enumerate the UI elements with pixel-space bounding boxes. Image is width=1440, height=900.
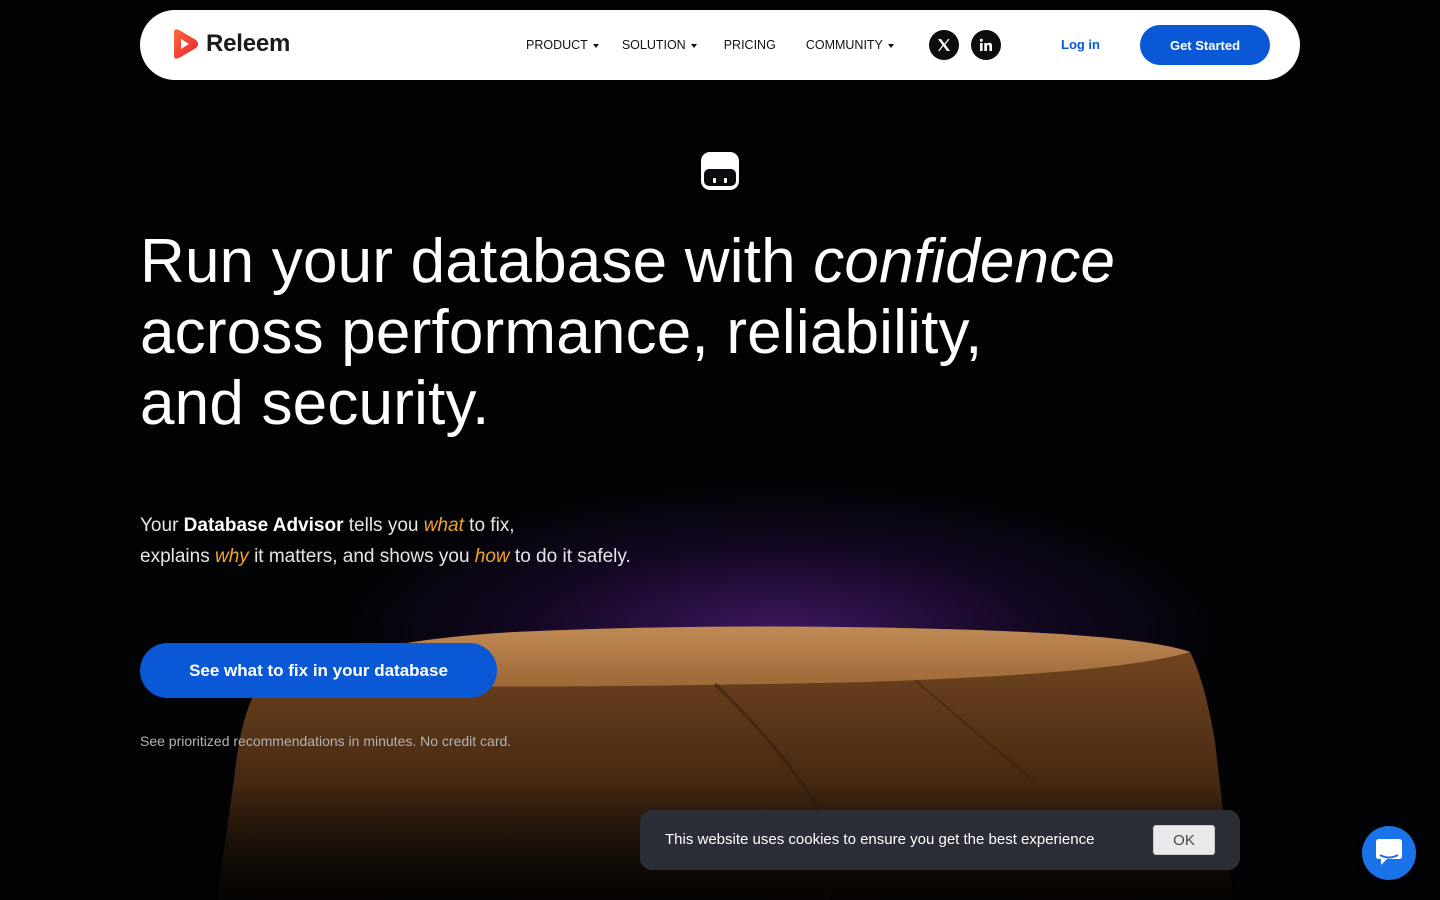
cookie-ok-button[interactable]: OK — [1153, 825, 1215, 855]
get-started-button[interactable]: Get Started — [1140, 25, 1270, 65]
logo-text: Releem — [206, 30, 291, 57]
caret-down-icon — [592, 44, 599, 48]
robot-face-icon — [701, 152, 739, 190]
releem-logo-icon — [174, 29, 198, 59]
main-nav: PRODUCT SOLUTION PRICING COMMUNITY — [526, 10, 894, 80]
see-what-to-fix-button[interactable]: See what to fix in your database — [140, 643, 497, 698]
cta-note: See prioritized recommendations in minut… — [140, 733, 512, 749]
nav-solution[interactable]: SOLUTION — [622, 38, 697, 52]
hero-headline: Run your database with confidence across… — [140, 227, 1116, 438]
chat-widget-button[interactable] — [1362, 826, 1416, 880]
top-navbar: Releem PRODUCT SOLUTION PRICING COMMUNIT… — [140, 10, 1300, 80]
headline-emphasis: confidence — [813, 227, 1116, 296]
cookie-text: This website uses cookies to ensure you … — [665, 831, 1095, 848]
nav-community[interactable]: COMMUNITY — [806, 38, 894, 52]
releem-logo[interactable]: Releem — [170, 28, 290, 60]
nav-pricing[interactable]: PRICING — [724, 38, 776, 52]
caret-down-icon — [887, 44, 894, 48]
chat-bubble-icon — [1376, 839, 1402, 865]
caret-down-icon — [690, 44, 697, 48]
cookie-banner: This website uses cookies to ensure you … — [640, 810, 1240, 870]
hero-subheadline: Your Database Advisor tells you what to … — [140, 515, 631, 567]
nav-product[interactable]: PRODUCT — [526, 38, 599, 52]
x-twitter-button[interactable] — [929, 30, 959, 60]
x-icon — [938, 39, 950, 51]
linkedin-button[interactable] — [971, 30, 1001, 60]
login-link[interactable]: Log in — [1061, 37, 1100, 52]
linkedin-icon — [979, 38, 992, 51]
